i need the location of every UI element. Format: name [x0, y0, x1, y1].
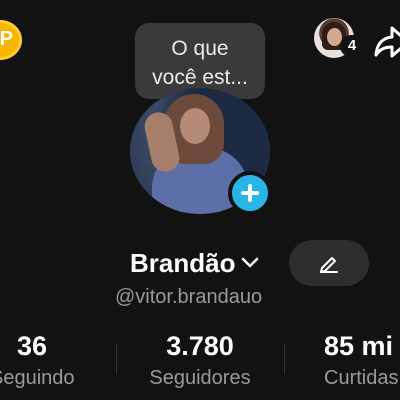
username: @vitor.brandauo — [115, 286, 263, 308]
stat-value: 3.780 — [166, 331, 234, 361]
coin-label: P — [0, 28, 13, 50]
stat-label: Seguindo — [0, 367, 75, 389]
display-name: Brandão — [130, 247, 236, 278]
add-avatar-button[interactable] — [228, 171, 272, 215]
stat-value: 85 mi — [324, 331, 394, 361]
note-line-1: O que — [171, 37, 229, 60]
share-icon[interactable] — [374, 24, 400, 60]
profile-screen: P 4 O que você est... Brandão @vitor.bra… — [0, 0, 400, 400]
chevron-down-icon — [242, 257, 259, 268]
avatar-face — [180, 108, 210, 144]
edit-profile-button[interactable] — [289, 240, 369, 286]
pencil-icon — [320, 257, 338, 273]
stat-following[interactable]: 36 Seguindo — [0, 330, 75, 391]
stat-value: 36 — [16, 331, 48, 361]
stat-label: Curtidas — [324, 367, 399, 389]
stat-followers[interactable]: 3.780 Seguidores — [138, 330, 262, 391]
coin-icon[interactable]: P — [0, 20, 22, 60]
stat-likes[interactable]: 85 mi Curtidas — [324, 330, 400, 391]
stat-divider — [116, 344, 117, 374]
stat-divider — [284, 344, 285, 374]
friend-count-badge: 4 — [340, 35, 364, 57]
display-name-row[interactable]: Brandão — [130, 245, 259, 281]
stat-label: Seguidores — [149, 367, 251, 389]
